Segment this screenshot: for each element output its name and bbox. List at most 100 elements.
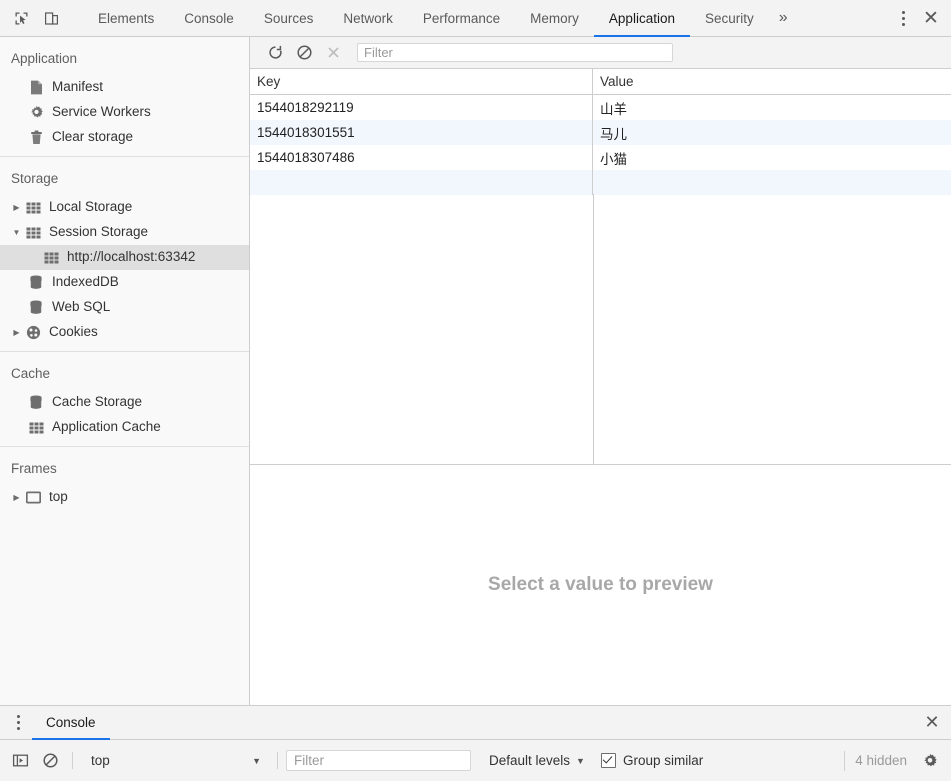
- sidebar-item-clear-storage[interactable]: Clear storage: [0, 125, 249, 150]
- chevron-right-icon[interactable]: ▶: [10, 328, 23, 337]
- console-toolbar-separator: [72, 752, 73, 769]
- column-header-key[interactable]: Key: [250, 69, 593, 94]
- chevron-right-icon[interactable]: ▶: [10, 203, 23, 212]
- cell-key-empty: [250, 170, 593, 195]
- sidebar-section-title: Application: [0, 37, 249, 75]
- sidebar-item-cache-storage[interactable]: Cache Storage: [0, 390, 249, 415]
- tab-security[interactable]: Security: [690, 0, 769, 36]
- tab-performance[interactable]: Performance: [408, 0, 515, 36]
- clear-all-icon[interactable]: [291, 41, 317, 65]
- checkbox-checked-icon[interactable]: [601, 753, 616, 768]
- sidebar-item-top-frame[interactable]: ▶ top: [0, 485, 249, 510]
- cell-key: 1544018292119: [250, 95, 593, 120]
- database-icon: [27, 395, 45, 411]
- tab-application[interactable]: Application: [594, 0, 690, 36]
- more-tabs-icon[interactable]: »: [769, 0, 798, 36]
- table-row[interactable]: 1544018301551 马儿: [250, 120, 951, 145]
- console-toolbar-separator: [277, 752, 278, 769]
- drawer-tab-label: Console: [46, 715, 96, 730]
- tab-memory[interactable]: Memory: [515, 0, 594, 36]
- group-similar-checkbox[interactable]: Group similar: [593, 753, 703, 768]
- chevron-right-icon[interactable]: ▶: [10, 493, 23, 502]
- sidebar-item-web-sql[interactable]: Web SQL: [0, 295, 249, 320]
- more-tabs-glyph: »: [779, 9, 788, 27]
- drawer-tab-console[interactable]: Console: [32, 706, 110, 739]
- cell-value-empty: [593, 170, 951, 195]
- tab-label: Performance: [423, 11, 500, 26]
- table-icon: [42, 250, 60, 266]
- delete-selected-icon[interactable]: [320, 41, 346, 65]
- refresh-icon[interactable]: [262, 41, 288, 65]
- inspect-cursor-icon[interactable]: [8, 5, 34, 31]
- sidebar-item-label: Local Storage: [49, 200, 132, 215]
- cell-value: 山羊: [593, 95, 951, 120]
- sidebar-item-indexeddb[interactable]: IndexedDB: [0, 270, 249, 295]
- sidebar-item-label: Manifest: [52, 80, 103, 95]
- device-toolbar-icon[interactable]: [38, 5, 64, 31]
- sidebar-item-label: IndexedDB: [52, 275, 119, 290]
- preview-placeholder: Select a value to preview: [488, 574, 713, 596]
- storage-filter-input[interactable]: Filter: [357, 43, 673, 62]
- drawer-kebab-menu-icon[interactable]: [4, 706, 32, 739]
- sidebar-item-label: Web SQL: [52, 300, 110, 315]
- sidebar-item-label: Cookies: [49, 325, 98, 340]
- sidebar-item-local-storage[interactable]: ▶ Local Storage: [0, 195, 249, 220]
- sidebar-item-label: Application Cache: [52, 420, 161, 435]
- table-row[interactable]: 1544018292119 山羊: [250, 95, 951, 120]
- console-sidebar-icon[interactable]: [6, 748, 34, 774]
- sidebar-item-service-workers[interactable]: Service Workers: [0, 100, 249, 125]
- frame-icon: [24, 490, 42, 506]
- sidebar-item-localhost-origin[interactable]: http://localhost:63342: [0, 245, 249, 270]
- cookie-icon: [24, 325, 42, 341]
- column-header-value[interactable]: Value: [593, 69, 951, 94]
- sidebar-item-cookies[interactable]: ▶ Cookies: [0, 320, 249, 345]
- console-levels-selector[interactable]: Default levels ▼: [483, 753, 591, 768]
- sidebar-item-label: top: [49, 490, 68, 505]
- gear-icon[interactable]: [917, 748, 943, 774]
- sidebar-section-title: Cache: [0, 352, 249, 390]
- table-row[interactable]: 1544018307486 小猫: [250, 145, 951, 170]
- database-icon: [27, 275, 45, 291]
- column-divider[interactable]: [593, 194, 594, 464]
- application-sidebar: Application Manifest: [0, 37, 250, 705]
- kebab-menu-icon[interactable]: [891, 5, 915, 31]
- chevron-down-icon: ▼: [576, 756, 585, 766]
- sidebar-item-manifest[interactable]: Manifest: [0, 75, 249, 100]
- cell-value: 小猫: [593, 145, 951, 170]
- console-context-selector[interactable]: top ▼: [81, 753, 269, 768]
- sidebar-item-label: Session Storage: [49, 225, 148, 240]
- tab-label: Application: [609, 11, 675, 26]
- tab-network[interactable]: Network: [328, 0, 408, 36]
- sidebar-item-label: Cache Storage: [52, 395, 142, 410]
- chevron-down-icon[interactable]: ▼: [10, 228, 23, 237]
- hidden-messages-count[interactable]: 4 hidden: [855, 753, 907, 768]
- sidebar-item-application-cache[interactable]: Application Cache: [0, 415, 249, 440]
- sidebar-section-cache: Cache Cache Storage: [0, 352, 249, 440]
- group-similar-label: Group similar: [623, 753, 703, 768]
- sidebar-section-application: Application Manifest: [0, 37, 249, 150]
- console-filter-input[interactable]: Filter: [286, 750, 471, 771]
- sidebar-item-session-storage[interactable]: ▼ Session Storage: [0, 220, 249, 245]
- tab-console[interactable]: Console: [169, 0, 249, 36]
- sidebar-section-title: Frames: [0, 447, 249, 485]
- sidebar-item-label: Service Workers: [52, 105, 151, 120]
- chevron-down-icon: ▼: [252, 756, 261, 766]
- cell-key: 1544018307486: [250, 145, 593, 170]
- tabbar-tools: [0, 0, 83, 36]
- tab-label: Sources: [264, 11, 314, 26]
- close-icon[interactable]: ✕: [917, 5, 945, 31]
- tab-label: Memory: [530, 11, 579, 26]
- database-icon: [27, 300, 45, 316]
- tab-elements[interactable]: Elements: [83, 0, 169, 36]
- sidebar-item-label: Clear storage: [52, 130, 133, 145]
- value-preview-pane: Select a value to preview: [250, 465, 951, 705]
- tab-sources[interactable]: Sources: [249, 0, 329, 36]
- clear-console-icon[interactable]: [36, 748, 64, 774]
- table-header-row: Key Value: [250, 69, 951, 95]
- manifest-document-icon: [27, 80, 45, 96]
- drawer-close-icon[interactable]: ✕: [913, 706, 951, 739]
- trash-icon: [27, 130, 45, 146]
- storage-toolbar: Filter: [250, 37, 951, 69]
- table-empty-row[interactable]: [250, 170, 951, 195]
- drawer-tabbar: Console ✕: [0, 706, 951, 740]
